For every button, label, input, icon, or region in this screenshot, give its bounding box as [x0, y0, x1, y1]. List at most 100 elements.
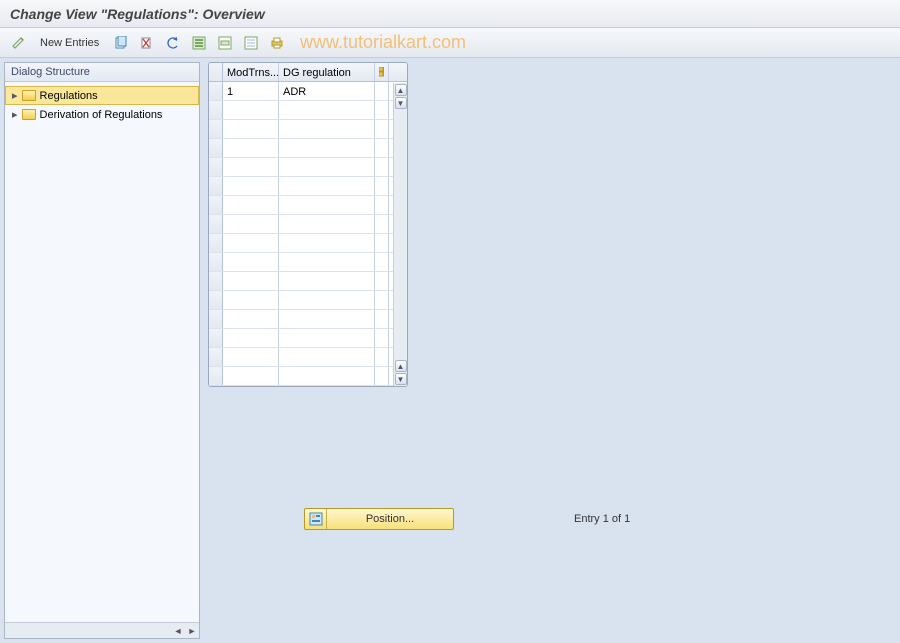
cell-modtrns[interactable] [223, 158, 279, 176]
new-entries-button[interactable]: New Entries [34, 33, 105, 53]
folder-icon [22, 109, 36, 120]
row-selector[interactable] [209, 272, 223, 290]
dialog-structure-tree: ▸ Regulations ▸ Derivation of Regulation… [5, 82, 199, 622]
cell-modtrns[interactable]: 1 [223, 82, 279, 100]
tree-item-regulations[interactable]: ▸ Regulations [5, 86, 199, 105]
table-row[interactable] [209, 310, 407, 329]
select-all-icon[interactable] [189, 33, 209, 53]
scroll-up-icon[interactable]: ▲ [395, 360, 407, 372]
cell-dg-regulation[interactable] [279, 272, 375, 290]
cell-modtrns[interactable] [223, 253, 279, 271]
cell-dg-regulation[interactable] [279, 291, 375, 309]
copy-as-icon[interactable] [111, 33, 131, 53]
cell-spacer [375, 101, 389, 119]
table-config-icon[interactable] [375, 63, 389, 81]
cell-modtrns[interactable] [223, 310, 279, 328]
column-header-dg-regulation[interactable]: DG regulation [279, 63, 375, 81]
table-row[interactable] [209, 367, 407, 386]
print-icon[interactable] [267, 33, 287, 53]
scroll-up-icon[interactable]: ▲ [395, 84, 407, 96]
table-body: 1ADR [209, 82, 407, 386]
cell-dg-regulation[interactable] [279, 120, 375, 138]
table-row[interactable] [209, 177, 407, 196]
column-header-modtrns[interactable]: ModTrns... [223, 63, 279, 81]
deselect-all-icon[interactable] [241, 33, 261, 53]
table-row[interactable] [209, 215, 407, 234]
table-row[interactable] [209, 348, 407, 367]
cell-dg-regulation[interactable] [279, 329, 375, 347]
table-row[interactable] [209, 101, 407, 120]
cell-modtrns[interactable] [223, 177, 279, 195]
row-selector[interactable] [209, 367, 223, 385]
table-row[interactable] [209, 272, 407, 291]
row-selector[interactable] [209, 158, 223, 176]
row-selector[interactable] [209, 291, 223, 309]
table-row[interactable] [209, 120, 407, 139]
cell-modtrns[interactable] [223, 329, 279, 347]
toolbar: New Entries www.tutorialkart.com [0, 28, 900, 58]
cell-dg-regulation[interactable] [279, 310, 375, 328]
cell-dg-regulation[interactable] [279, 158, 375, 176]
cell-dg-regulation[interactable] [279, 367, 375, 385]
table-row[interactable] [209, 196, 407, 215]
table-row[interactable] [209, 139, 407, 158]
cell-spacer [375, 310, 389, 328]
toggle-edit-icon[interactable] [8, 33, 28, 53]
row-selector[interactable] [209, 82, 223, 100]
row-selector[interactable] [209, 253, 223, 271]
cell-dg-regulation[interactable] [279, 348, 375, 366]
cell-spacer [375, 215, 389, 233]
delete-icon[interactable] [137, 33, 157, 53]
cell-modtrns[interactable] [223, 367, 279, 385]
position-button[interactable]: Position... [304, 508, 454, 530]
cell-modtrns[interactable] [223, 291, 279, 309]
tree-item-label: Derivation of Regulations [40, 109, 163, 121]
row-selector[interactable] [209, 215, 223, 233]
cell-modtrns[interactable] [223, 215, 279, 233]
folder-icon [22, 90, 36, 101]
cell-spacer [375, 196, 389, 214]
cell-modtrns[interactable] [223, 101, 279, 119]
row-selector[interactable] [209, 310, 223, 328]
row-selector[interactable] [209, 120, 223, 138]
cell-dg-regulation[interactable] [279, 215, 375, 233]
scroll-right-icon[interactable]: ► [185, 624, 199, 638]
table-row[interactable] [209, 234, 407, 253]
row-selector-header[interactable] [209, 63, 223, 81]
row-selector[interactable] [209, 177, 223, 195]
cell-modtrns[interactable] [223, 348, 279, 366]
tree-arrow-icon: ▸ [12, 89, 18, 102]
cell-dg-regulation[interactable] [279, 196, 375, 214]
scroll-left-icon[interactable]: ◄ [171, 624, 185, 638]
cell-dg-regulation[interactable] [279, 253, 375, 271]
tree-item-derivation[interactable]: ▸ Derivation of Regulations [5, 105, 199, 124]
cell-modtrns[interactable] [223, 120, 279, 138]
cell-spacer [375, 158, 389, 176]
cell-dg-regulation[interactable] [279, 177, 375, 195]
cell-spacer [375, 234, 389, 252]
row-selector[interactable] [209, 139, 223, 157]
row-selector[interactable] [209, 196, 223, 214]
table-row[interactable] [209, 158, 407, 177]
table-row[interactable] [209, 291, 407, 310]
table-vertical-scrollbar[interactable]: ▲ ▼ ▲ ▼ [393, 83, 407, 386]
undo-icon[interactable] [163, 33, 183, 53]
cell-modtrns[interactable] [223, 272, 279, 290]
row-selector[interactable] [209, 329, 223, 347]
scroll-down-icon[interactable]: ▼ [395, 373, 407, 385]
scroll-down-icon[interactable]: ▼ [395, 97, 407, 109]
row-selector[interactable] [209, 234, 223, 252]
table-row[interactable] [209, 253, 407, 272]
cell-dg-regulation[interactable]: ADR [279, 82, 375, 100]
cell-modtrns[interactable] [223, 196, 279, 214]
table-row[interactable] [209, 329, 407, 348]
row-selector[interactable] [209, 348, 223, 366]
cell-dg-regulation[interactable] [279, 234, 375, 252]
cell-modtrns[interactable] [223, 234, 279, 252]
row-selector[interactable] [209, 101, 223, 119]
cell-dg-regulation[interactable] [279, 139, 375, 157]
cell-modtrns[interactable] [223, 139, 279, 157]
cell-dg-regulation[interactable] [279, 101, 375, 119]
table-row[interactable]: 1ADR [209, 82, 407, 101]
select-block-icon[interactable] [215, 33, 235, 53]
